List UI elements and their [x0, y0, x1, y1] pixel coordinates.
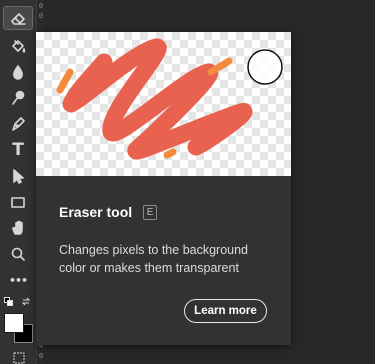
orange-accent-left	[56, 68, 74, 94]
type-tool-button[interactable]: T	[3, 138, 33, 162]
paint-bucket-icon	[12, 40, 26, 53]
arrow-icon	[13, 169, 24, 184]
quick-mask-icon[interactable]	[13, 352, 25, 364]
zoom-icon	[11, 247, 25, 261]
learn-more-button[interactable]: Learn more	[184, 299, 267, 323]
default-colors-icon[interactable]	[4, 297, 13, 306]
eraser-tool-button[interactable]	[3, 6, 33, 30]
more-icon: •••	[8, 273, 28, 287]
droplet-icon	[13, 65, 23, 80]
rectangle-tool-button[interactable]	[3, 190, 33, 214]
hand-icon	[12, 220, 23, 235]
tooltip-description: Changes pixels to the background color o…	[59, 243, 249, 275]
eraser-cursor-icon	[247, 49, 283, 85]
dodge-icon	[12, 90, 25, 105]
swap-colors-icon[interactable]	[22, 297, 31, 306]
tool-tooltip-popup: Eraser tool E Changes pixels to the back…	[36, 32, 291, 345]
pen-icon	[12, 117, 25, 131]
more-tools-button[interactable]: •••	[3, 268, 33, 292]
rectangle-icon	[11, 197, 25, 208]
path-selection-tool-button[interactable]	[3, 164, 33, 188]
blur-tool-button[interactable]	[3, 60, 33, 84]
red-stroke	[62, 38, 253, 160]
type-icon: T	[12, 139, 24, 160]
zoom-tool-button[interactable]	[3, 242, 33, 266]
eraser-stroke-illustration	[56, 38, 283, 160]
orange-accent-top	[207, 57, 233, 76]
eraser-icon	[11, 13, 26, 25]
eraser-preview-image	[36, 32, 291, 176]
tooltip-header: Eraser tool E	[59, 204, 158, 220]
tools-panel: T •••	[0, 0, 36, 364]
hand-tool-button[interactable]	[3, 216, 33, 240]
dodge-tool-button[interactable]	[3, 86, 33, 110]
shortcut-badge: E	[143, 204, 158, 220]
orange-accent-bottom	[163, 148, 177, 159]
pen-tool-button[interactable]	[3, 112, 33, 136]
foreground-color-swatch[interactable]	[4, 313, 24, 333]
tooltip-title: Eraser tool	[59, 204, 133, 220]
paint-bucket-tool-button[interactable]	[3, 34, 33, 58]
